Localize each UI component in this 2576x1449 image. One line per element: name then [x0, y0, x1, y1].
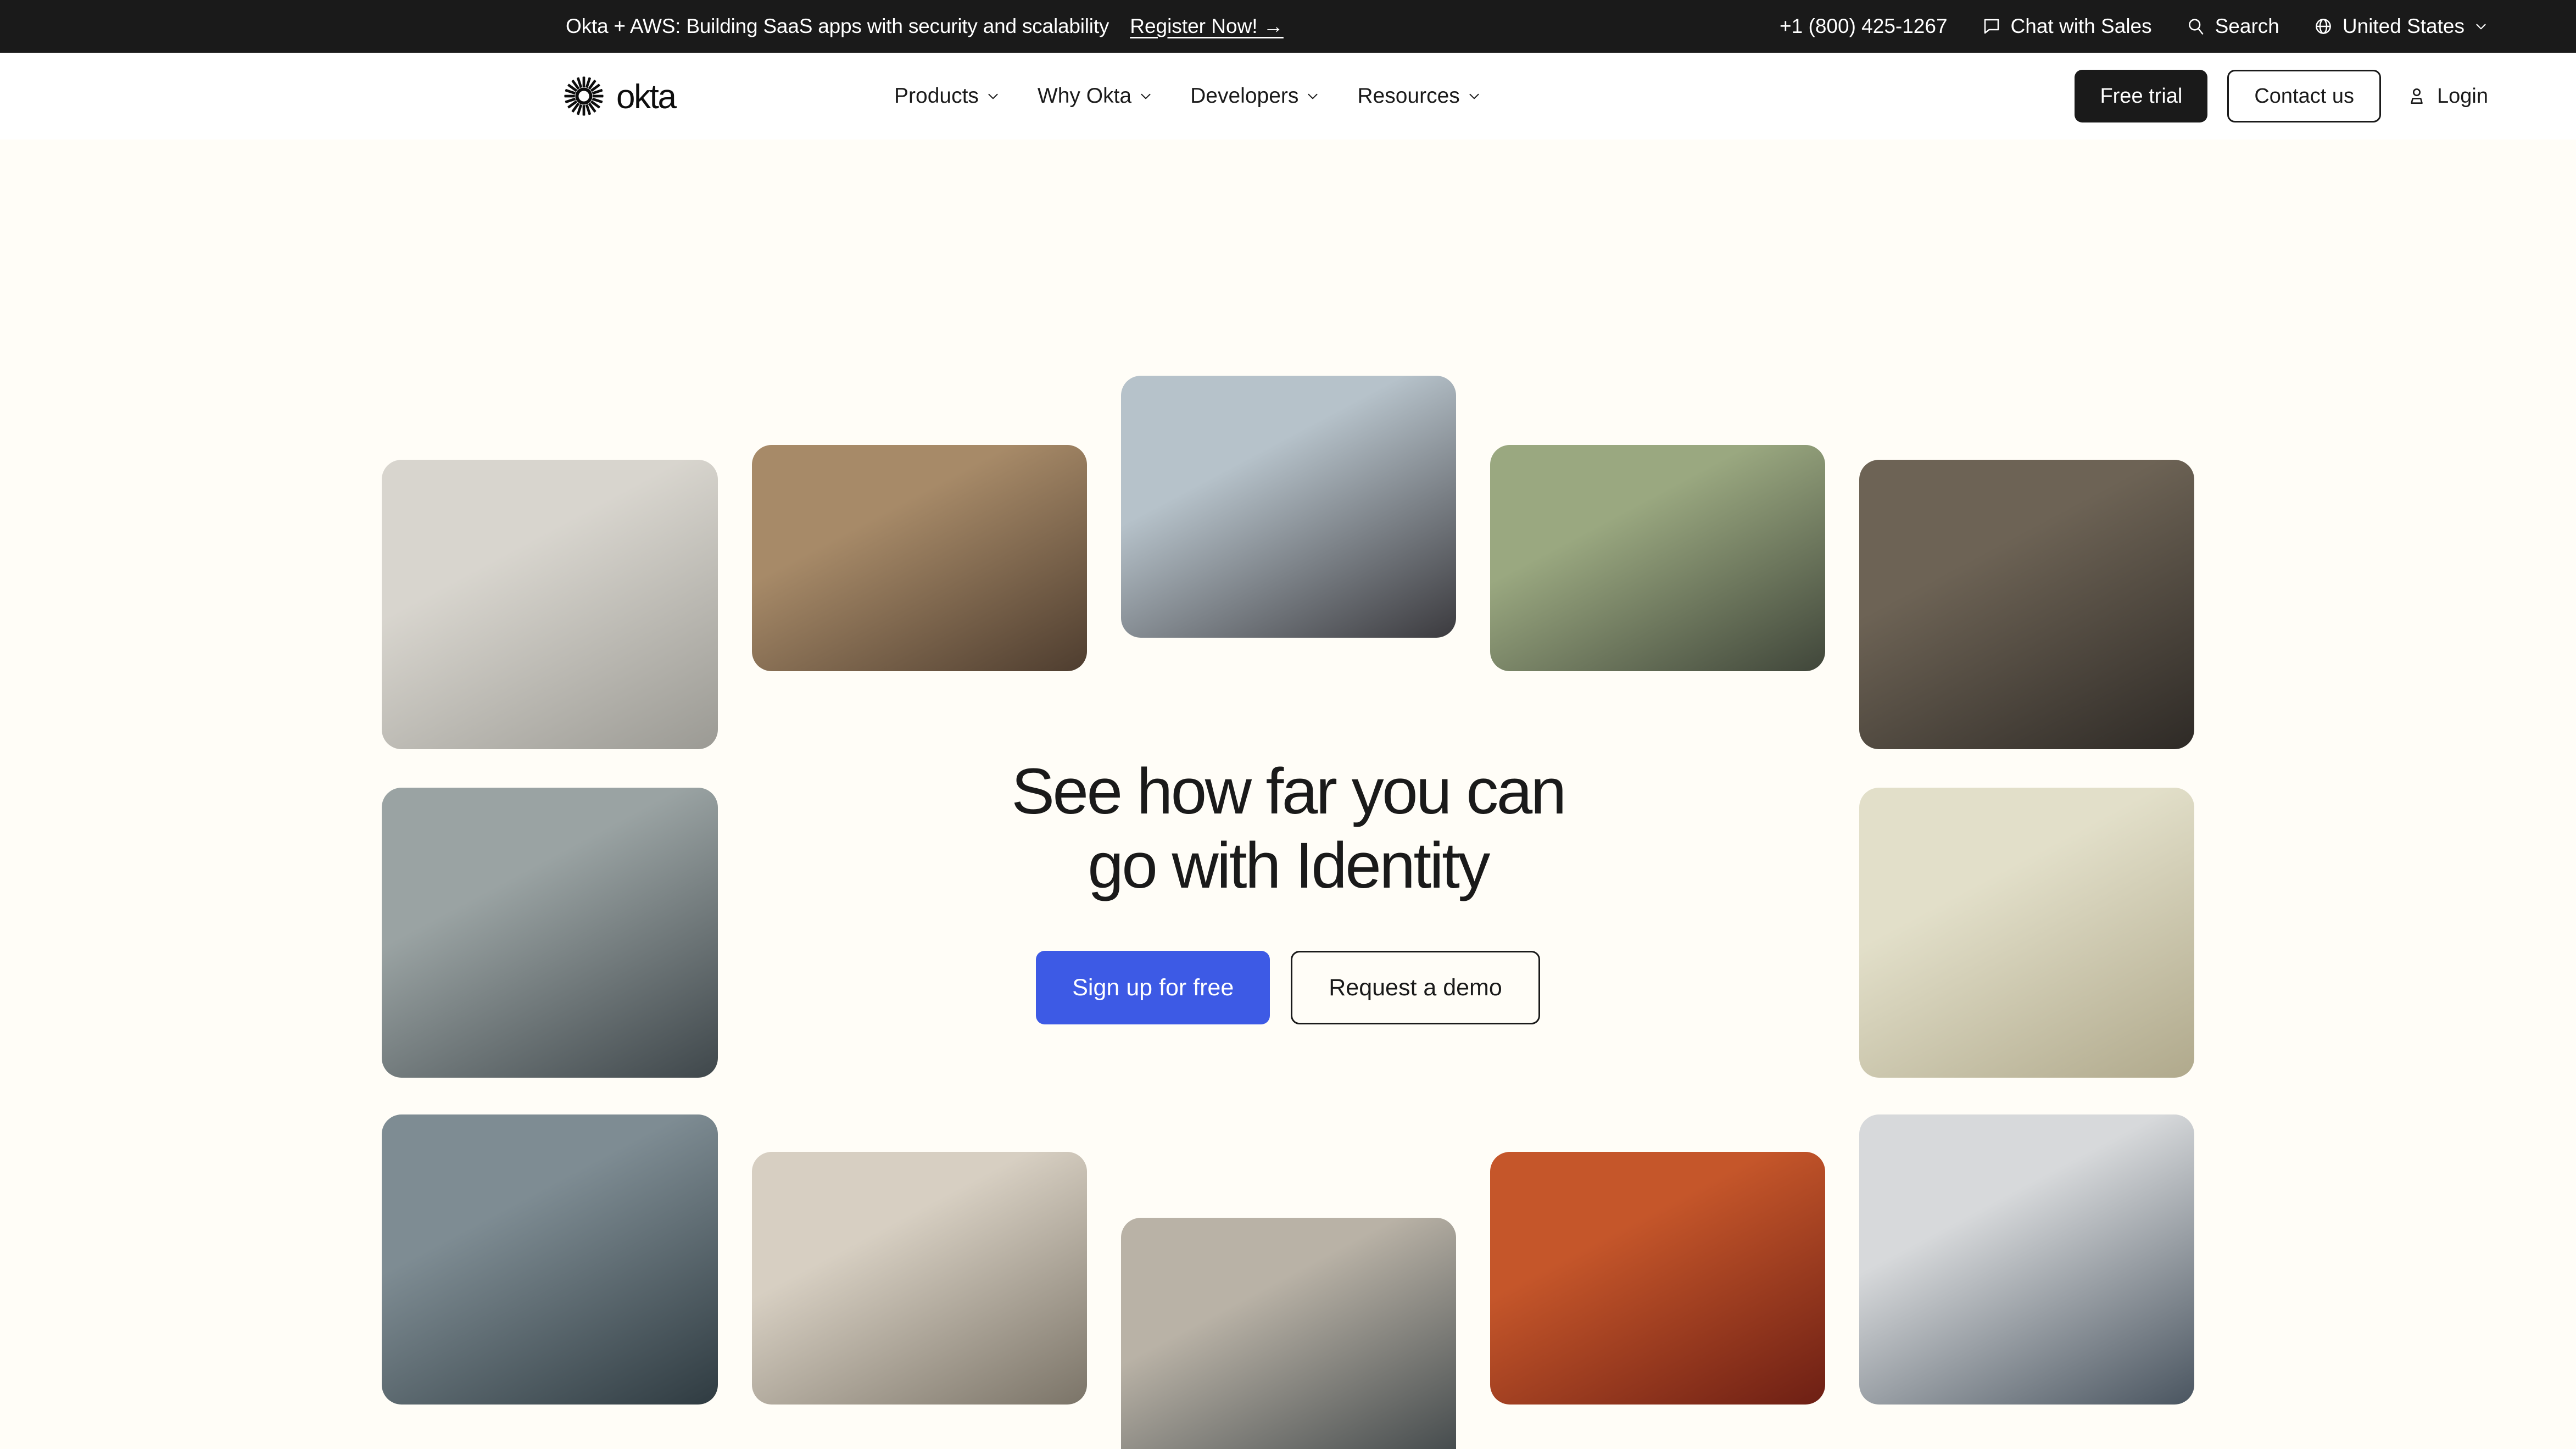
- gallery-image-older-man-in-denim-jacket: [1859, 1114, 2194, 1405]
- announcement-bar: Okta + AWS: Building SaaS apps with secu…: [0, 0, 2576, 53]
- user-icon: [2406, 86, 2427, 107]
- region-selector[interactable]: United States: [2313, 15, 2488, 38]
- search-label: Search: [2215, 15, 2279, 37]
- gallery-image-placeholder: [1490, 1152, 1825, 1405]
- okta-sunburst-logo-icon: [564, 76, 604, 116]
- okta-wordmark: okta: [616, 78, 677, 116]
- nav-item-resources[interactable]: Resources: [1339, 84, 1499, 108]
- login-link[interactable]: Login: [2406, 85, 2488, 108]
- gallery-image-placeholder: [1859, 460, 2194, 749]
- globe-icon: [2313, 16, 2333, 36]
- hero-title-line-1: See how far you can: [1011, 755, 1566, 828]
- gallery-image-placeholder: [382, 1114, 718, 1405]
- nav-item-resources-label: Resources: [1357, 84, 1460, 108]
- okta-logo-link[interactable]: okta: [564, 76, 677, 116]
- gallery-image-man-with-tablet-seated-indoors: [752, 1152, 1087, 1405]
- hero-title-line-2: go with Identity: [1088, 829, 1490, 902]
- hero-section: See how far you can go with Identity Sig…: [0, 140, 2576, 1449]
- gallery-image-placeholder: [1490, 445, 1825, 671]
- chat-bubble-icon: [1982, 16, 2001, 36]
- gallery-image-woman-with-rugged-tablet-in-warehouse: [1859, 460, 2194, 749]
- gallery-image-placeholder: [752, 445, 1087, 671]
- header-actions: Free trial Contact us Login: [2075, 70, 2488, 122]
- chevron-down-icon: [1467, 89, 1481, 103]
- announcement-utility-links: +1 (800) 425-1267 Chat with Sales Search: [1780, 15, 2488, 38]
- chevron-down-icon: [2474, 19, 2488, 34]
- chevron-down-icon: [1139, 89, 1153, 103]
- primary-navigation: Products Why Okta Developers Resources: [876, 84, 1500, 108]
- chat-with-sales-label: Chat with Sales: [2010, 15, 2152, 37]
- gallery-image-placeholder: [382, 460, 718, 749]
- nav-item-why-okta[interactable]: Why Okta: [1019, 84, 1172, 108]
- announcement-text: Okta + AWS: Building SaaS apps with secu…: [566, 15, 1109, 37]
- free-trial-button[interactable]: Free trial: [2075, 70, 2208, 122]
- chevron-down-icon: [986, 89, 1000, 103]
- nav-item-products-label: Products: [894, 84, 979, 108]
- gallery-image-two-colleagues-reviewing-tablet: [1121, 1218, 1456, 1449]
- gallery-image-placeholder: [1859, 1114, 2194, 1405]
- nav-item-why-okta-label: Why Okta: [1037, 84, 1132, 108]
- gallery-image-man-in-lab-coat-in-office: [382, 460, 718, 749]
- hero-content: See how far you can go with Identity Sig…: [0, 755, 2576, 1025]
- region-label: United States: [2342, 15, 2465, 37]
- login-label: Login: [2437, 84, 2488, 108]
- phone-number-label: +1 (800) 425-1267: [1780, 15, 1948, 37]
- request-a-demo-button[interactable]: Request a demo: [1291, 951, 1540, 1025]
- nav-item-developers[interactable]: Developers: [1172, 84, 1339, 108]
- search-icon: [2186, 16, 2206, 36]
- phone-number: +1 (800) 425-1267: [1780, 15, 1948, 38]
- hero-cta-group: Sign up for free Request a demo: [0, 951, 2576, 1025]
- gallery-image-two-colleagues-at-meeting-table: [752, 445, 1087, 671]
- gallery-image-placeholder: [1121, 1218, 1456, 1449]
- page-title: See how far you can go with Identity: [0, 755, 2576, 902]
- gallery-image-man-with-tablet-on-rooftop: [1121, 376, 1456, 638]
- contact-us-button[interactable]: Contact us: [2227, 70, 2382, 122]
- sign-up-for-free-button[interactable]: Sign up for free: [1036, 951, 1270, 1025]
- chat-with-sales-link[interactable]: Chat with Sales: [1982, 15, 2152, 38]
- nav-item-developers-label: Developers: [1190, 84, 1299, 108]
- announcement-message: Okta + AWS: Building SaaS apps with secu…: [566, 0, 1284, 53]
- nav-item-products[interactable]: Products: [876, 84, 1019, 108]
- chevron-down-icon: [1306, 89, 1320, 103]
- gallery-image-placeholder: [752, 1152, 1087, 1405]
- site-header: okta Products Why Okta Developers Resour…: [0, 53, 2576, 140]
- announcement-register-link[interactable]: Register Now! →: [1130, 15, 1284, 38]
- gallery-image-woman-on-laptop-in-armchair: [382, 1114, 718, 1405]
- gallery-image-woman-with-phone-by-window: [1490, 1152, 1825, 1405]
- gallery-image-team-presentation-in-office: [1490, 445, 1825, 671]
- search-link[interactable]: Search: [2186, 15, 2279, 38]
- gallery-image-placeholder: [1121, 376, 1456, 638]
